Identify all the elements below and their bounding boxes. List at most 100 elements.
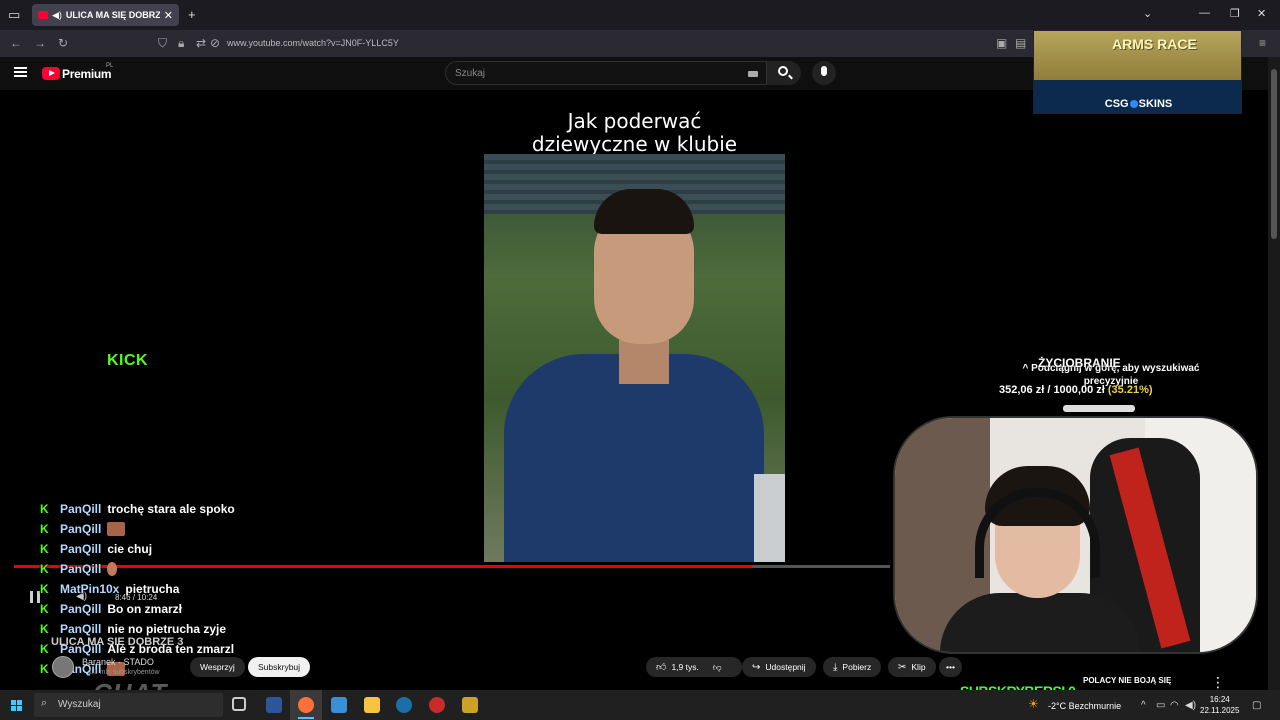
frame-chair [754,474,785,562]
volume-tray-icon[interactable]: ◀) [1185,700,1196,711]
person-shirt [504,354,764,562]
ad-brand: CSG SKINS [1104,98,1173,110]
chat-message: K MatPin10x pietrucha [40,580,179,598]
video-progress-bar[interactable] [14,565,890,568]
new-tab-icon[interactable]: + [188,7,196,22]
chat-username: PanQill [60,562,102,576]
tray-app-icon[interactable]: ▭ [1156,700,1165,711]
page-scrollbar[interactable] [1268,57,1280,690]
close-tab-icon[interactable]: ✕ [164,9,173,22]
channel-name[interactable]: Baranek - STADO [82,657,154,667]
person-hair [594,189,694,234]
taskbar-clock[interactable]: 16:24 22.11.2025 [1200,694,1239,716]
goal-title: ŻYCIOBRANIE [1038,356,1121,370]
like-button[interactable]: 👍︎ 1,9 tys. 👎︎ [646,657,742,677]
kebab-menu-icon[interactable]: ⋮ [1211,674,1225,691]
video-frame [484,154,785,562]
chat-username: PanQill [60,542,102,556]
more-actions-button[interactable]: ••• [939,657,962,677]
restore-icon[interactable]: ❐ [1230,7,1240,20]
chat-username: PanQill [60,522,102,536]
reader-view-icon[interactable]: ▤ [1015,36,1026,50]
firefox-icon[interactable] [298,697,314,713]
menu-icon[interactable]: ≡ [1259,36,1266,50]
pause-icon[interactable] [30,591,40,603]
scrollbar-thumb[interactable] [1271,69,1277,239]
emote-icon [107,522,126,536]
chevron-down-icon[interactable]: ⌄ [1143,7,1152,20]
scissors-icon: ✂ [898,661,907,673]
speaker-icon[interactable]: ◀) [52,10,62,21]
shield-icon[interactable]: ⛉ [158,36,167,51]
task-view-icon[interactable] [232,697,246,711]
goal-amount: 352,06 zł / 1000,00 zł (35.21%) [999,384,1153,396]
chat-message: K PanQill Bo on zmarzł [40,600,182,618]
notifications-icon[interactable]: ▢ [1252,700,1261,711]
recorder-icon[interactable] [429,697,445,713]
tab-youtube[interactable]: ◀) ULICA MA SIĘ DOBRZE 3 - ✕ [32,4,179,26]
tab-title: ULICA MA SIĘ DOBRZE 3 - [65,10,160,20]
close-window-icon[interactable]: ✕ [1257,7,1266,20]
permissions-icon[interactable]: ⇄ [196,36,206,50]
windows-start-icon[interactable] [11,700,22,711]
search-icon: ⌕ [41,697,48,709]
share-button[interactable]: ↪ Udostępnij [742,657,816,677]
video-title: ULICA MA SIĘ DOBRZE 3 [51,636,184,648]
tab-list-icon[interactable]: ▭ [8,7,20,23]
voice-search-mic-icon[interactable] [812,61,836,85]
news-headline[interactable]: POLACY NIE BOJĄ SIĘ [1083,676,1171,685]
word-icon[interactable] [266,697,282,713]
chat-username: PanQill [60,622,102,636]
kick-badge-icon: K [40,582,49,596]
url-field[interactable]: www.youtube.com/watch?v=JN0F-YLLC5Y [227,38,399,48]
hamburger-menu-icon[interactable] [14,67,27,77]
chat-message: K PanQill [40,520,126,538]
file-explorer-icon[interactable] [364,697,380,713]
minimize-icon[interactable]: — [1199,7,1210,19]
share-icon: ↪ [752,661,761,673]
wifi-icon[interactable]: ◠ [1170,700,1179,711]
search-button[interactable] [767,61,801,85]
streamer-body [940,593,1140,652]
youtube-logo-icon[interactable] [42,67,60,80]
channel-avatar[interactable] [52,656,74,678]
blocked-media-icon[interactable]: ⊘ [210,36,220,50]
kick-badge-icon: K [40,542,49,556]
subscribe-button[interactable]: Subskrybuj [248,657,311,677]
picture-in-picture-icon[interactable]: ▣ [996,36,1007,50]
kick-badge-icon: K [40,502,49,516]
thumbs-up-icon: 👍︎ [656,662,667,673]
forward-icon[interactable]: → [34,36,46,50]
game-launcher-icon[interactable] [462,697,478,713]
clip-button[interactable]: ✂ Klip [888,657,936,677]
subscriber-count: 1,1 mln subskrybentów [88,669,160,676]
youtube-premium-label[interactable]: Premium [62,67,112,81]
steam-icon[interactable] [396,697,412,713]
thumbs-down-icon[interactable]: 👎︎ [713,662,722,673]
download-button[interactable]: ⤓ Pobierz [823,657,882,677]
kick-badge-icon: K [40,602,49,616]
reload-icon[interactable]: ↻ [58,36,68,50]
chat-text: nie no pietrucha zyje [107,622,227,636]
app-window-icon[interactable] [331,697,347,713]
tray-chevron-icon[interactable]: ^ [1141,700,1146,711]
lock-icon[interactable]: 🔒︎ [178,36,184,51]
chat-username: PanQill [60,502,102,516]
kick-badge-icon: K [40,662,49,676]
keyboard-icon[interactable] [748,71,758,77]
weather-text[interactable]: -2°C Bezchmurnie [1048,701,1121,711]
search-input[interactable]: Szukaj [445,61,767,85]
emote-round-icon [107,562,118,576]
chat-message: K PanQill cie chuj [40,540,152,558]
chat-text: cie chuj [107,542,153,556]
support-button[interactable]: Wesprzyj [190,657,245,677]
weather-icon[interactable]: ☀ [1028,697,1039,711]
back-icon[interactable]: ← [10,36,22,50]
ad-banner[interactable]: ARMS RACE CSG SKINS [1033,30,1242,114]
csgo-logo-icon [1129,100,1138,109]
browser-tab-bar: ▭ ◀) ULICA MA SIĘ DOBRZE 3 - ✕ + ⌄ — ❐ ✕ [0,0,1280,30]
country-code: PL [106,63,114,69]
taskbar-search-input[interactable]: ⌕ Wyszukaj [34,693,223,717]
search-placeholder: Szukaj [455,68,486,79]
search-icon [778,66,788,76]
